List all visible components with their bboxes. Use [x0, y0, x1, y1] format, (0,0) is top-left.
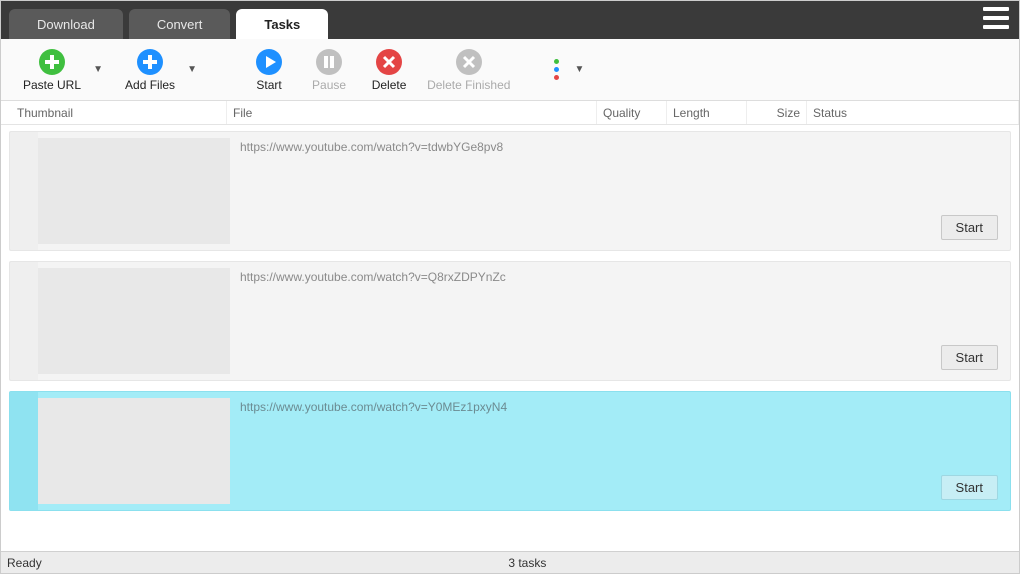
delete-label: Delete [372, 78, 407, 92]
task-start-label: Start [956, 480, 983, 495]
status-ready: Ready [7, 556, 42, 570]
tab-convert-label: Convert [157, 17, 203, 32]
task-body: https://www.youtube.com/watch?v=tdwbYGe8… [230, 132, 1010, 250]
col-length-label: Length [673, 106, 710, 120]
paste-url-button[interactable]: Paste URL [15, 44, 89, 96]
more-options-icon[interactable] [546, 56, 566, 84]
tab-tasks-label: Tasks [264, 17, 300, 32]
tab-tasks[interactable]: Tasks [236, 9, 328, 39]
task-thumbnail [38, 138, 230, 244]
col-length[interactable]: Length [667, 101, 747, 124]
task-handle[interactable] [10, 262, 38, 380]
plus-circle-icon [38, 48, 66, 76]
task-thumbnail [38, 398, 230, 504]
start-label: Start [256, 78, 281, 92]
menu-icon[interactable] [983, 7, 1009, 29]
play-icon [255, 48, 283, 76]
col-thumbnail[interactable]: Thumbnail [11, 101, 227, 124]
add-files-button[interactable]: Add Files [117, 44, 183, 96]
task-list: https://www.youtube.com/watch?v=tdwbYGe8… [1, 125, 1019, 551]
col-status[interactable]: Status [807, 101, 1019, 124]
task-url: https://www.youtube.com/watch?v=tdwbYGe8… [240, 140, 503, 154]
add-files-caret[interactable]: ▼ [183, 64, 201, 75]
col-file-label: File [233, 106, 252, 120]
delete-button[interactable]: Delete [359, 44, 419, 96]
tab-bar: Download Convert Tasks [1, 1, 1019, 39]
pause-label: Pause [312, 78, 346, 92]
plus-circle-icon [136, 48, 164, 76]
paste-url-caret[interactable]: ▼ [89, 64, 107, 75]
col-size[interactable]: Size [747, 101, 807, 124]
close-circle-icon [455, 48, 483, 76]
start-button[interactable]: Start [239, 44, 299, 96]
col-file[interactable]: File [227, 101, 597, 124]
col-quality[interactable]: Quality [597, 101, 667, 124]
task-body: https://www.youtube.com/watch?v=Q8rxZDPY… [230, 262, 1010, 380]
task-row[interactable]: https://www.youtube.com/watch?v=Y0MEz1px… [9, 391, 1011, 511]
pause-icon [315, 48, 343, 76]
task-handle[interactable] [10, 392, 38, 510]
tab-download-label: Download [37, 17, 95, 32]
task-handle[interactable] [10, 132, 38, 250]
col-quality-label: Quality [603, 106, 640, 120]
add-files-label: Add Files [125, 78, 175, 92]
col-size-label: Size [777, 106, 800, 120]
task-thumbnail [38, 268, 230, 374]
delete-finished-label: Delete Finished [427, 78, 510, 92]
task-start-button[interactable]: Start [941, 475, 998, 500]
col-thumbnail-label: Thumbnail [17, 106, 73, 120]
status-bar: Ready 3 tasks [1, 551, 1019, 573]
task-start-button[interactable]: Start [941, 215, 998, 240]
task-row[interactable]: https://www.youtube.com/watch?v=Q8rxZDPY… [9, 261, 1011, 381]
more-options-caret[interactable]: ▼ [570, 64, 588, 75]
task-row[interactable]: https://www.youtube.com/watch?v=tdwbYGe8… [9, 131, 1011, 251]
toolbar: Paste URL ▼ Add Files ▼ Start Pause Dele… [1, 39, 1019, 101]
tab-convert[interactable]: Convert [129, 9, 231, 39]
col-status-label: Status [813, 106, 847, 120]
tab-download[interactable]: Download [9, 9, 123, 39]
task-body: https://www.youtube.com/watch?v=Y0MEz1px… [230, 392, 1010, 510]
task-start-button[interactable]: Start [941, 345, 998, 370]
pause-button[interactable]: Pause [299, 44, 359, 96]
delete-finished-button[interactable]: Delete Finished [419, 44, 518, 96]
column-headers: Thumbnail File Quality Length Size Statu… [1, 101, 1019, 125]
status-task-count: 3 tasks [42, 556, 1013, 570]
task-start-label: Start [956, 350, 983, 365]
task-url: https://www.youtube.com/watch?v=Q8rxZDPY… [240, 270, 506, 284]
close-circle-icon [375, 48, 403, 76]
task-url: https://www.youtube.com/watch?v=Y0MEz1px… [240, 400, 507, 414]
paste-url-label: Paste URL [23, 78, 81, 92]
task-start-label: Start [956, 220, 983, 235]
